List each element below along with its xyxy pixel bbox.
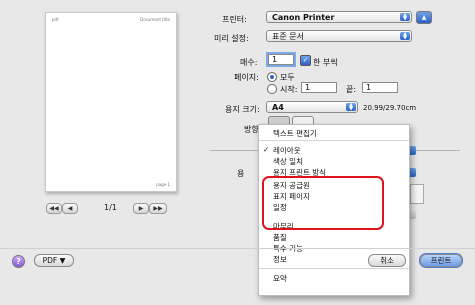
presets-select[interactable]: 표준 문서 ▲ ▼	[266, 30, 412, 42]
pages-to-label: 끝:	[346, 85, 357, 94]
triangle-up-icon: ▲	[421, 14, 427, 21]
pdf-button[interactable]: PDF ▼	[34, 254, 74, 267]
menu-separator	[259, 268, 409, 269]
pages-to-input[interactable]: 1	[362, 82, 398, 93]
printer-value: Canon Printer	[272, 13, 335, 22]
pages-range-radio[interactable]	[267, 84, 277, 94]
preview-footer-right: page 1	[156, 182, 170, 187]
updown-icon: ▲ ▼	[346, 103, 356, 112]
updown-icon: ▲ ▼	[400, 32, 410, 41]
pages-all-label: 모두	[280, 73, 295, 82]
menu-item-text-editor[interactable]: 텍스트 편집기	[273, 128, 317, 139]
next-page-button[interactable]: ▶	[133, 203, 149, 214]
cancel-button[interactable]: 취소	[368, 254, 406, 267]
printer-label: 프린터:	[222, 15, 247, 24]
copies-input[interactable]: 1	[268, 54, 294, 65]
last-page-button[interactable]: ▶▶	[149, 203, 167, 214]
page-indicator: 1/1	[104, 203, 117, 212]
prev-page-button[interactable]: ◀	[62, 203, 78, 214]
updown-icon: ▲ ▼	[400, 13, 410, 22]
orientation-label: 방향	[244, 125, 259, 134]
collated-label: 한 부씩	[313, 58, 338, 67]
pages-label: 페이지:	[234, 73, 259, 82]
pages-from-input[interactable]: 1	[301, 82, 337, 93]
bottom-divider	[0, 248, 475, 249]
preview-header-right: Document title	[140, 17, 170, 22]
page-preview: pdf Document title page 1	[45, 12, 177, 192]
checkmark-icon: ✓	[263, 145, 270, 154]
menu-item-quality[interactable]: 품질	[273, 232, 287, 243]
presets-label: 미리 설정:	[214, 34, 249, 43]
menu-item-summary[interactable]: 요약	[273, 273, 287, 284]
collated-checkbox[interactable]: ✓	[300, 55, 311, 66]
paper-size-label: 용지 크기:	[225, 105, 260, 114]
paper-size-value: A4	[272, 103, 284, 112]
printer-select[interactable]: Canon Printer ▲ ▼	[266, 11, 412, 23]
layout-direction-icon	[410, 184, 424, 204]
pages-from-label: 시작:	[280, 85, 298, 94]
paper-size-select[interactable]: A4 ▲ ▼	[266, 101, 358, 113]
preview-header-left: pdf	[52, 17, 59, 22]
paper-dimensions: 20.99/29.70cm	[363, 104, 417, 112]
truncated-label: 용	[237, 169, 245, 178]
first-page-button[interactable]: ◀◀	[46, 203, 62, 214]
copies-label: 매수:	[240, 58, 258, 67]
presets-value: 표준 문서	[272, 32, 304, 41]
menu-item-color-matching[interactable]: 색상 일치	[273, 156, 303, 167]
disclosure-button[interactable]: ▲	[416, 11, 432, 24]
menu-item-layout[interactable]: 레이아웃	[273, 145, 301, 156]
pages-all-radio[interactable]	[267, 72, 277, 82]
help-button[interactable]: ?	[12, 255, 25, 268]
menu-item-info[interactable]: 정보	[273, 254, 287, 265]
print-button[interactable]: 프린트	[420, 254, 462, 267]
menu-separator	[259, 140, 409, 141]
